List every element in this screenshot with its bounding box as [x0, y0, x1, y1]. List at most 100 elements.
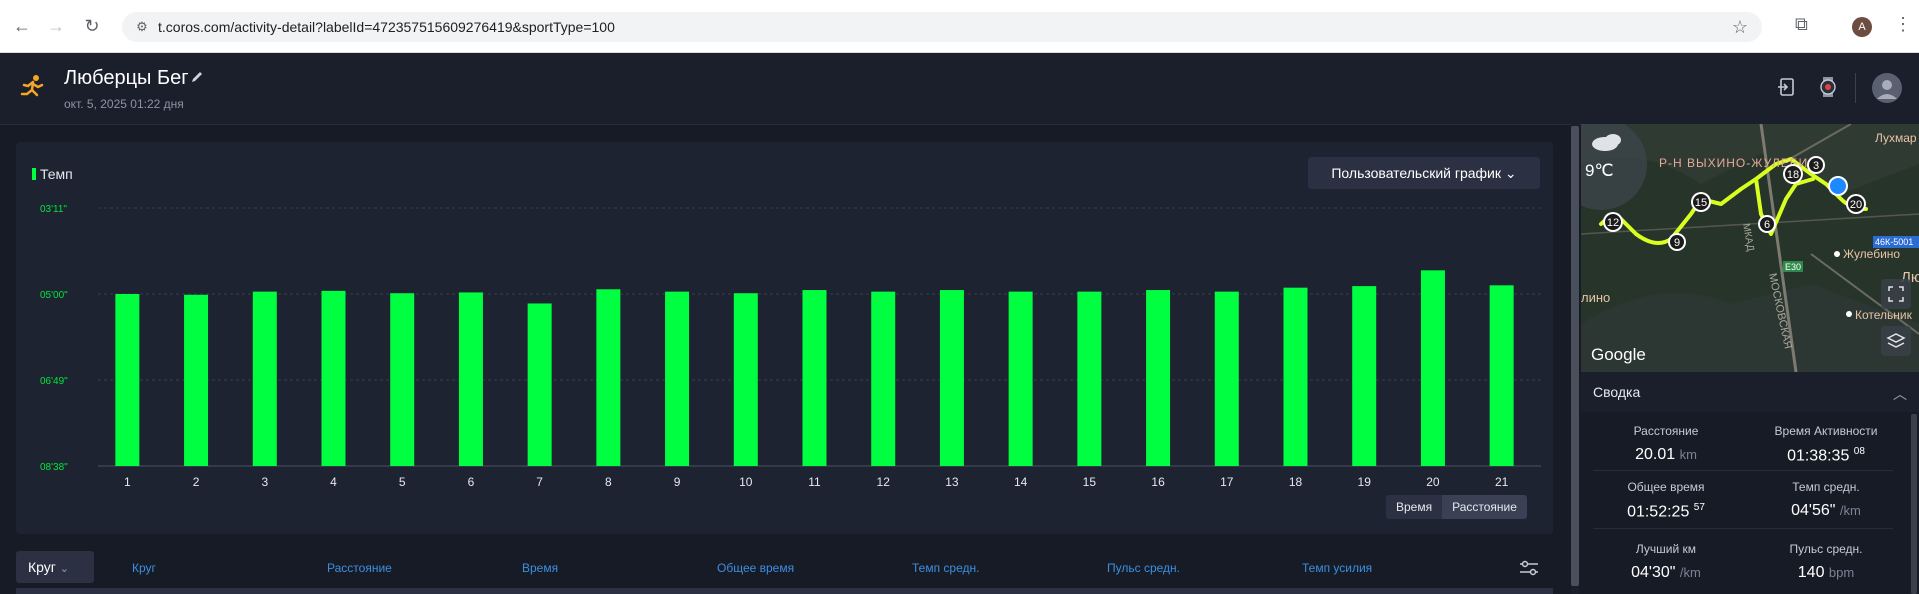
pace-bar[interactable] [871, 291, 896, 466]
fullscreen-icon[interactable] [1881, 279, 1911, 309]
pace-bar[interactable] [115, 294, 140, 466]
edit-pencil-icon[interactable] [190, 70, 204, 84]
pace-bar-chart: 03'11"05'00"06'49"08'38"1 2 3 4 5 6 7 8 9 10 11 12 1… [40, 204, 1541, 489]
stat-avg-pace-label: Темп средн. [1792, 480, 1860, 494]
svg-text:15: 15 [1695, 197, 1707, 209]
map-place-lino: лино [1581, 290, 1610, 305]
column-avg-hr[interactable]: Пульс средн. [1107, 561, 1180, 575]
pace-bar[interactable] [802, 290, 827, 466]
axis-toggle: Время Расстояние [1386, 495, 1527, 519]
route-map[interactable]: 9℃ Р-Н ВЫХИНО-ЖУЛЕБИ Лухмар Жулебино Кот… [1581, 124, 1919, 372]
browser-profile-avatar[interactable]: A [1852, 17, 1872, 37]
stat-best-km-unit: /km [1679, 565, 1701, 580]
column-effort-pace[interactable]: Темп усилия [1302, 561, 1372, 575]
pace-bar[interactable] [1008, 291, 1033, 466]
pace-chart-card: 03'11" 05'00" 06'49" 08'38" 1 2 3 4 5 6 7 8 9 10 11 12 1… [16, 142, 1553, 534]
marker-km-15: 15 [1691, 192, 1711, 212]
forward-arrow-icon[interactable]: → [44, 14, 68, 38]
pace-bar[interactable] [596, 289, 621, 466]
x-tick-label: 14 [1014, 475, 1028, 489]
stat-distance-label: Расстояние [1633, 424, 1699, 438]
stats-divider [1593, 470, 1893, 471]
stat-avg-hr-value: 140 bpm [1746, 564, 1906, 582]
x-tick-label: 20 [1426, 475, 1440, 489]
x-tick-label: 12 [877, 475, 891, 489]
toggle-time-button[interactable]: Время [1386, 495, 1443, 519]
marker-km-9: 9 [1668, 233, 1686, 251]
stat-distance-unit: km [1679, 447, 1697, 462]
pace-bar[interactable] [527, 303, 552, 466]
activity-header: Люберцы Бег окт. 5, 2025 01:22 дня [0, 53, 1919, 125]
laps-mode-dropdown[interactable]: Круг ⌄ [16, 551, 94, 583]
stat-avg-hr-number: 140 [1797, 564, 1825, 581]
column-distance[interactable]: Расстояние [327, 561, 392, 575]
layers-icon[interactable] [1881, 326, 1911, 356]
pace-bar[interactable] [1420, 270, 1445, 466]
pace-bar[interactable] [1146, 290, 1171, 466]
marker-km-20: 20 [1846, 194, 1866, 214]
column-total-time[interactable]: Общее время [717, 561, 794, 575]
x-tick-label: 19 [1358, 475, 1372, 489]
pace-bar[interactable] [665, 291, 690, 466]
chart-type-dropdown[interactable]: Пользовательский график ⌄ [1308, 157, 1540, 189]
summary-panel: Сводка ︿ Расстояние 20.01 km Время Актив… [1581, 372, 1919, 594]
x-tick-label: 11 [808, 475, 821, 489]
site-settings-icon[interactable]: ⚙ [134, 19, 150, 35]
toggle-distance-button[interactable]: Расстояние [1442, 495, 1527, 519]
url-text[interactable]: t.coros.com/activity-detail?labelId=4723… [158, 19, 615, 35]
header-divider [1855, 73, 1856, 103]
address-bar[interactable]: ⚙ t.coros.com/activity-detail?labelId=47… [122, 12, 1762, 42]
pace-bar[interactable] [939, 290, 964, 466]
pace-bar[interactable] [1214, 291, 1239, 466]
y-tick-label: 05'00" [40, 290, 68, 301]
user-icon [1877, 80, 1897, 99]
laps-mode-label: Круг [28, 559, 56, 575]
svg-text:6: 6 [1764, 219, 1770, 231]
map-place-kotelniki: Котельник [1855, 308, 1913, 322]
stat-distance-value: 20.01 km [1586, 446, 1746, 464]
stat-avg-pace-unit: /km [1839, 503, 1861, 518]
road-badge-e30-label: E30 [1785, 262, 1801, 272]
reload-icon[interactable]: ↻ [80, 14, 104, 38]
stat-total-time-label: Общее время [1627, 480, 1705, 494]
stat-avg-pace-number: 04'56" [1791, 502, 1836, 519]
summary-scrollbar[interactable] [1911, 414, 1917, 594]
marker-km-12: 12 [1603, 212, 1623, 232]
zhulebino-dot [1834, 251, 1840, 257]
export-icon[interactable] [1776, 76, 1798, 98]
pace-bar[interactable] [733, 293, 758, 466]
pace-bar[interactable] [390, 293, 415, 466]
summary-title: Сводка [1593, 384, 1641, 400]
pace-bar[interactable] [321, 290, 346, 466]
column-time[interactable]: Время [522, 561, 558, 575]
filter-settings-icon[interactable] [1519, 559, 1539, 577]
bookmark-star-icon[interactable]: ☆ [1732, 17, 1748, 38]
column-avg-pace[interactable]: Темп средн. [912, 561, 979, 575]
pace-bar[interactable] [458, 292, 483, 466]
x-tick-label: 6 [468, 475, 475, 489]
legend-label: Темп [40, 166, 73, 182]
stat-active-time-fraction: 08 [1853, 446, 1865, 457]
pace-bar[interactable] [1352, 286, 1377, 466]
browser-toolbar: ← → ↻ ⚙ t.coros.com/activity-detail?labe… [0, 0, 1919, 53]
back-arrow-icon[interactable]: ← [10, 14, 34, 38]
watch-sync-icon[interactable] [1816, 75, 1840, 99]
pace-bar[interactable] [1077, 291, 1102, 466]
road-badge-46k-label: 46К-5001 [1875, 237, 1913, 247]
pace-bar[interactable] [1489, 285, 1514, 466]
map-place-zhulebino: Жулебино [1843, 247, 1900, 261]
stat-active-time-label: Время Активности [1774, 424, 1878, 438]
summary-stats-grid: Расстояние 20.01 km Время Активности 01:… [1581, 412, 1919, 594]
chevron-up-icon[interactable]: ︿ [1893, 384, 1907, 404]
x-tick-label: 15 [1083, 475, 1097, 489]
x-tick-label: 2 [193, 475, 200, 489]
pace-bar[interactable] [184, 294, 209, 466]
user-avatar[interactable] [1872, 73, 1902, 103]
main-scrollbar-thumb[interactable] [1571, 126, 1579, 586]
browser-menu-icon[interactable]: ⋮ [1894, 14, 1912, 35]
pace-bar[interactable] [252, 291, 277, 466]
pace-bar[interactable] [1283, 287, 1308, 466]
activity-title: Люберцы Бег [64, 67, 189, 89]
column-lap[interactable]: Круг [132, 561, 156, 575]
extensions-icon[interactable]: ⧉ [1795, 14, 1808, 35]
